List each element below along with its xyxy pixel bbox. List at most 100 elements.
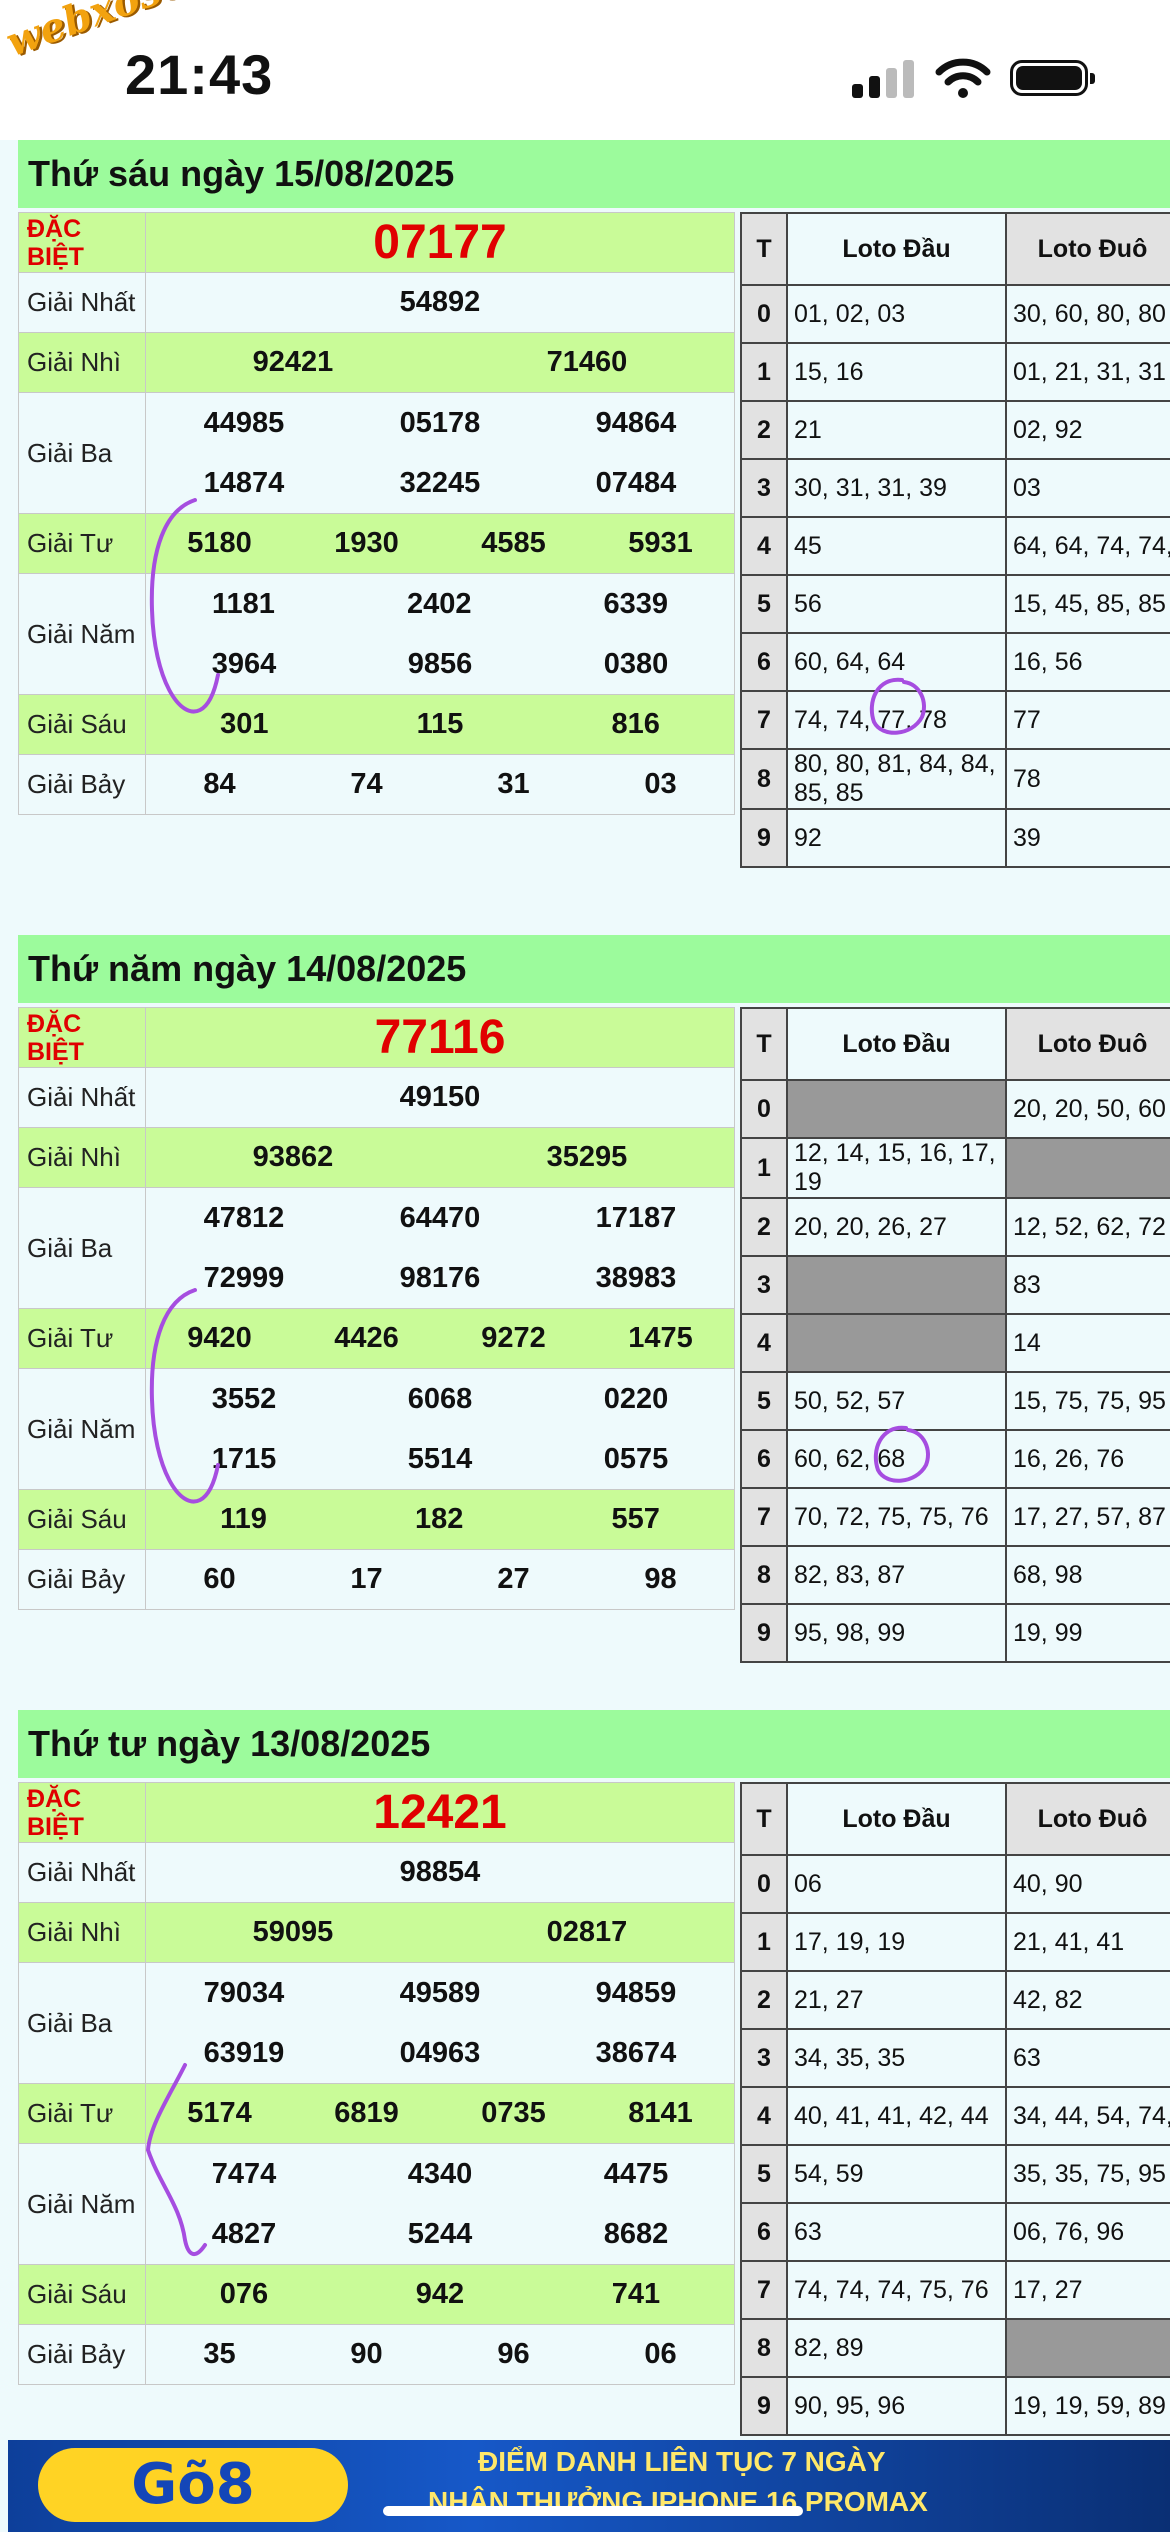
promo-banner[interactable]: Gõ8 ĐIỂM DANH LIÊN TỤC 7 NGÀY NHẬN THƯỞN… [8,2440,1170,2532]
loto-t: 6 [740,632,788,692]
loto-duoi: 19, 19, 59, 89 [1005,2376,1170,2436]
loto-row: 0 20, 20, 50, 60 [740,1079,1170,1139]
loto-dau: 45 [786,516,1007,576]
loto-t: 2 [740,1970,788,2030]
prize-number: 8141 [628,2097,693,2129]
loto-dau: 17, 19, 19 [786,1912,1007,1972]
first-prize: 49150 [399,1081,481,1113]
loto-duoi: 63 [1005,2028,1170,2088]
loto-dau: 12, 14, 15, 16, 17, 19 [786,1137,1007,1199]
loto-dau: 01, 02, 03 [786,284,1007,344]
loto-dau: 74, 74, 77, 78 [786,690,1007,750]
col-header-duoi: Loto Đuô [1005,1782,1170,1856]
prize-number: 74 [350,768,383,800]
loto-t: 0 [740,1854,788,1914]
first-label: Giải Nhất [18,1842,146,1903]
first-label: Giải Nhất [18,272,146,333]
prize-number: 5180 [187,527,252,559]
section-title: Thứ tư ngày 13/08/2025 [18,1710,1170,1778]
loto-duoi: 83 [1005,1255,1170,1315]
loto-t: 3 [740,458,788,518]
prize-number: 7474 [211,2157,277,2190]
prize-number: 02817 [546,1916,628,1948]
loto-row: 8 80, 80, 81, 84, 84, 85, 85 78 [740,748,1170,810]
prize-number: 2402 [406,587,472,620]
prize-number: 79034 [203,1976,285,2009]
prize-number: 04963 [399,2036,481,2069]
fifth-label: Giải Năm [18,1368,146,1490]
prize-number: 4827 [211,2217,277,2250]
special-label: ĐẶC BIỆT [27,1784,84,1841]
prize-number: 3964 [211,647,277,680]
section-title: Thứ năm ngày 14/08/2025 [18,935,1170,1003]
prize-number: 96 [497,2338,530,2370]
prize-number: 8682 [603,2217,669,2250]
prize-number: 84 [203,768,236,800]
prize-number: 44985 [203,406,285,439]
loto-row: 1 17, 19, 19 21, 41, 41 [740,1912,1170,1972]
loto-dau: 30, 31, 31, 39 [786,458,1007,518]
loto-t: 0 [740,1079,788,1139]
loto-duoi [1005,2318,1170,2378]
loto-dau [786,1313,1007,1373]
loto-row: 1 15, 16 01, 21, 31, 31 [740,342,1170,402]
special-label: ĐẶC BIỆT [27,1009,84,1066]
col-header-t: T [740,1007,788,1081]
prize-number: 557 [611,1503,660,1535]
first-prize: 98854 [399,1856,481,1888]
prize-table: ĐẶC BIỆT 77116 Giải Nhất 49150 Giải Nhì … [18,1007,735,1610]
loto-row: 5 54, 59 35, 35, 75, 95 [740,2144,1170,2204]
prize-number: 0575 [603,1442,669,1475]
loto-row: 8 82, 89 [740,2318,1170,2378]
prize-number: 38674 [595,2036,677,2069]
prize-number: 03 [644,768,677,800]
loto-dau: 15, 16 [786,342,1007,402]
prize-number: 60 [203,1563,236,1595]
prize-number: 5174 [187,2097,252,2129]
loto-t: 1 [740,1912,788,1972]
loto-duoi: 14 [1005,1313,1170,1373]
loto-t: 5 [740,2144,788,2204]
loto-t: 4 [740,1313,788,1373]
loto-dau: 34, 35, 35 [786,2028,1007,2088]
prize-number: 9420 [187,1322,252,1354]
sixth-label: Giải Sáu [18,1489,146,1550]
home-indicator[interactable] [383,2506,803,2516]
prize-table: ĐẶC BIỆT 12421 Giải Nhất 98854 Giải Nhì … [18,1782,735,2385]
prize-number: 49589 [399,1976,481,2009]
prize-number: 05178 [399,406,481,439]
loto-row: 7 74, 74, 74, 75, 76 17, 27 [740,2260,1170,2320]
loto-duoi: 21, 41, 41 [1005,1912,1170,1972]
loto-row: 9 92 39 [740,808,1170,868]
loto-duoi: 34, 44, 54, 74, 74 [1005,2086,1170,2146]
prize-number: 90 [350,2338,383,2370]
prize-number: 35 [203,2338,236,2370]
loto-dau: 50, 52, 57 [786,1371,1007,1431]
second-label: Giải Nhì [18,1902,146,1963]
loto-t: 1 [740,342,788,402]
seventh-label: Giải Bảy [18,1549,146,1610]
prize-number: 3552 [211,1382,277,1415]
prize-number: 4426 [334,1322,399,1354]
col-header-dau: Loto Đầu [786,1007,1007,1081]
loto-dau: 95, 98, 99 [786,1603,1007,1663]
prize-number: 94864 [595,406,677,439]
loto-duoi: 68, 98 [1005,1545,1170,1605]
loto-row: 5 56 15, 45, 85, 85 [740,574,1170,634]
loto-table: T Loto Đầu Loto Đuô 0 01, 02, 03 30, 60,… [740,212,1170,868]
loto-duoi: 40, 90 [1005,1854,1170,1914]
prize-number: 06 [644,2338,677,2370]
loto-t: 3 [740,2028,788,2088]
loto-dau: 60, 62, 68 [786,1429,1007,1489]
loto-row: 0 06 40, 90 [740,1854,1170,1914]
prize-number: 32245 [399,466,481,499]
loto-t: 8 [740,748,788,810]
prize-number: 9272 [481,1322,546,1354]
loto-dau: 63 [786,2202,1007,2262]
prize-number: 31 [497,768,530,800]
loto-row: 2 21 02, 92 [740,400,1170,460]
col-header-duoi: Loto Đuô [1005,1007,1170,1081]
prize-number: 4475 [603,2157,669,2190]
loto-duoi: 17, 27 [1005,2260,1170,2320]
loto-duoi: 02, 92 [1005,400,1170,460]
